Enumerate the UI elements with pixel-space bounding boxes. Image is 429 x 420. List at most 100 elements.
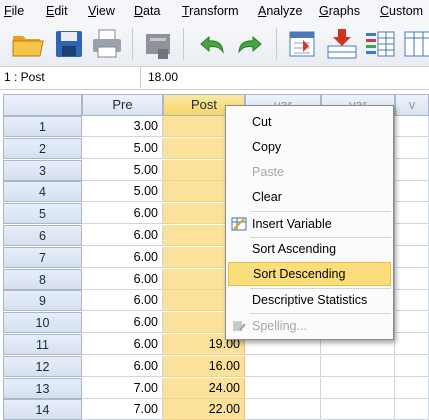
row-header[interactable]: 5 [3,203,82,225]
menu-graphs-rest: raphs [328,4,361,18]
cell-empty[interactable] [321,399,395,420]
row-header[interactable]: 13 [3,377,82,399]
menu-item-sort-descending[interactable]: Sort Descending [228,262,391,286]
cell-pre[interactable]: 6.00 [82,268,163,290]
cell-empty[interactable] [395,203,429,225]
cell-pre[interactable]: 6.00 [82,203,163,225]
column-header-var[interactable]: v [395,94,429,116]
row-header[interactable]: 7 [3,246,82,268]
cell-post[interactable]: 16.00 [163,355,245,377]
cell-empty[interactable] [245,377,321,399]
find-icon[interactable] [401,27,429,61]
menu-custom-rest: ustom [389,4,424,18]
row-header[interactable]: 4 [3,181,82,203]
menu-item-descriptive-statistics[interactable]: Descriptive Statistics [228,288,391,312]
cell-pre[interactable]: 6.00 [82,334,163,355]
menu-data-access-key: D [134,4,144,18]
menu-item-clear[interactable]: Clear [228,185,391,209]
cell-pre[interactable]: 5.00 [82,159,163,181]
cell-empty[interactable] [321,355,395,377]
menu-file-access-key: F [4,4,12,18]
menu-item-cut-label: Cut [252,115,272,129]
context-menu: Cut Copy Paste Clear Insert Variable Sor… [225,105,394,340]
cell-empty[interactable] [395,268,429,290]
print-icon[interactable] [89,27,125,61]
menu-view[interactable]: View [88,4,115,18]
cell-reference-bar: 1 : Post 18.00 [0,67,429,90]
menu-view-rest: iew [96,4,115,18]
cell-pre[interactable]: 5.00 [82,137,163,159]
dialog-recall-icon[interactable] [141,27,177,61]
cell-empty[interactable] [395,246,429,268]
cell-empty[interactable] [395,334,429,355]
menu-item-cut[interactable]: Cut [228,110,391,134]
menu-transform[interactable]: Transform [182,4,239,18]
undo-icon[interactable] [193,27,229,61]
cell-pre[interactable]: 6.00 [82,355,163,377]
menu-item-clear-label: Clear [252,190,282,204]
toolbar-separator [276,28,277,60]
menu-item-paste: Paste [228,160,391,184]
cell-pre[interactable]: 6.00 [82,246,163,268]
row-header[interactable]: 2 [3,137,82,159]
row-header[interactable]: 11 [3,334,82,355]
goto-case-icon[interactable] [285,27,321,61]
grid-corner[interactable] [3,94,82,116]
menu-data[interactable]: Data [134,4,160,18]
row-header[interactable]: 14 [3,399,82,420]
cell-pre[interactable]: 7.00 [82,377,163,399]
row-header[interactable]: 10 [3,312,82,334]
variables-icon[interactable] [362,27,398,61]
cell-pre[interactable]: 3.00 [82,116,163,137]
cell-pre[interactable]: 6.00 [82,225,163,246]
cell-pre[interactable]: 6.00 [82,290,163,312]
cell-empty[interactable] [395,399,429,420]
column-header-pre[interactable]: Pre [82,94,163,116]
toolbar-separator [132,28,133,60]
menu-view-access-key: V [88,4,97,18]
cell-post[interactable]: 24.00 [163,377,245,399]
save-icon[interactable] [51,27,87,61]
cell-value-editor[interactable]: 18.00 [148,67,178,88]
cell-pre[interactable]: 6.00 [82,312,163,334]
spelling-icon [231,318,247,334]
cell-empty[interactable] [395,181,429,203]
cell-empty[interactable] [245,399,321,420]
cell-pre[interactable]: 5.00 [82,181,163,203]
menu-item-sort-descending-label: Sort Descending [253,267,346,281]
menu-item-sort-ascending[interactable]: Sort Ascending [228,237,391,261]
row-header[interactable]: 3 [3,159,82,181]
menu-item-spelling-label: Spelling... [252,319,307,333]
cell-empty[interactable] [395,290,429,312]
open-folder-icon[interactable] [10,27,46,61]
menu-item-copy[interactable]: Copy [228,135,391,159]
cell-empty[interactable] [245,355,321,377]
cell-empty[interactable] [395,225,429,246]
row-header[interactable]: 8 [3,268,82,290]
menu-analyze[interactable]: Analyze [258,4,302,18]
row-header[interactable]: 9 [3,290,82,312]
menu-graphs[interactable]: Graphs [319,4,360,18]
cell-empty[interactable] [395,137,429,159]
row-header[interactable]: 12 [3,355,82,377]
row-header[interactable]: 6 [3,225,82,246]
menu-file[interactable]: File [4,4,24,18]
menu-graphs-access-key: G [319,4,329,18]
cell-empty[interactable] [395,312,429,334]
redo-icon[interactable] [233,27,269,61]
insert-cases-icon[interactable] [324,27,360,61]
cell-empty[interactable] [395,116,429,137]
cell-empty[interactable] [321,377,395,399]
menu-bar: File Edit View Data Transform Analyze Gr… [0,0,429,23]
menu-custom[interactable]: Custom [380,4,423,18]
menu-item-spelling: Spelling... [228,314,391,338]
cell-post[interactable]: 22.00 [163,399,245,420]
menu-file-rest: ile [11,4,25,18]
menu-item-insert-variable[interactable]: Insert Variable [228,212,391,236]
cell-empty[interactable] [395,159,429,181]
cell-pre[interactable]: 7.00 [82,399,163,420]
cell-empty[interactable] [395,355,429,377]
menu-edit[interactable]: Edit [46,4,68,18]
cell-empty[interactable] [395,377,429,399]
row-header[interactable]: 1 [3,116,82,137]
